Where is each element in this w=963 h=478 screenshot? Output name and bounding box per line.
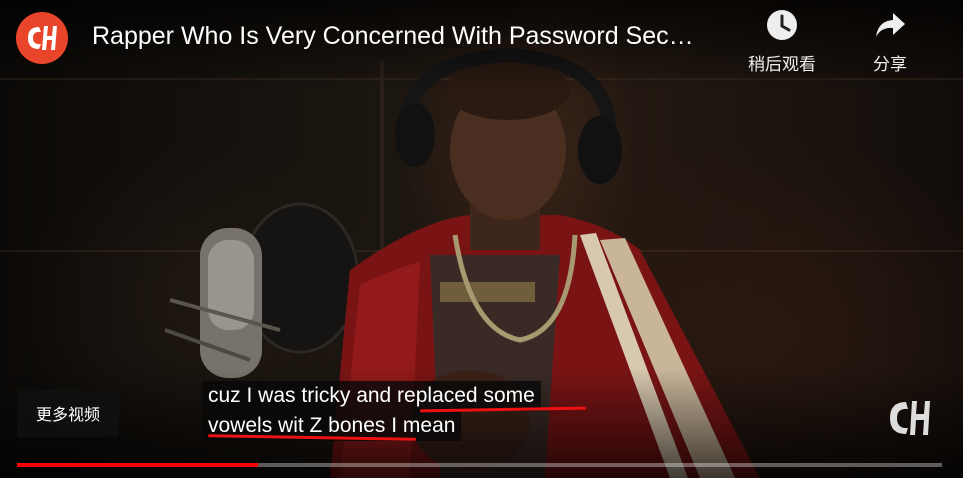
share-label: 分享 xyxy=(873,55,907,75)
video-title[interactable]: Rapper Who Is Very Concerned With Passwo… xyxy=(92,22,732,51)
watch-later-label: 稍后观看 xyxy=(748,55,816,75)
channel-watermark xyxy=(890,401,930,435)
watch-later-button[interactable]: 稍后观看 xyxy=(734,8,830,75)
share-button[interactable]: 分享 xyxy=(842,8,938,75)
video-player[interactable]: Rapper Who Is Very Concerned With Passwo… xyxy=(0,0,963,478)
progress-bar[interactable] xyxy=(17,463,942,467)
more-videos-button[interactable]: 更多视频 xyxy=(17,389,119,437)
progress-played xyxy=(17,463,258,467)
ch-logo-icon xyxy=(28,26,57,50)
channel-logo[interactable] xyxy=(16,12,68,64)
caption-line-1: cuz I was tricky and replaced some xyxy=(202,381,541,411)
clock-icon xyxy=(767,10,797,40)
share-arrow-icon xyxy=(876,13,905,37)
